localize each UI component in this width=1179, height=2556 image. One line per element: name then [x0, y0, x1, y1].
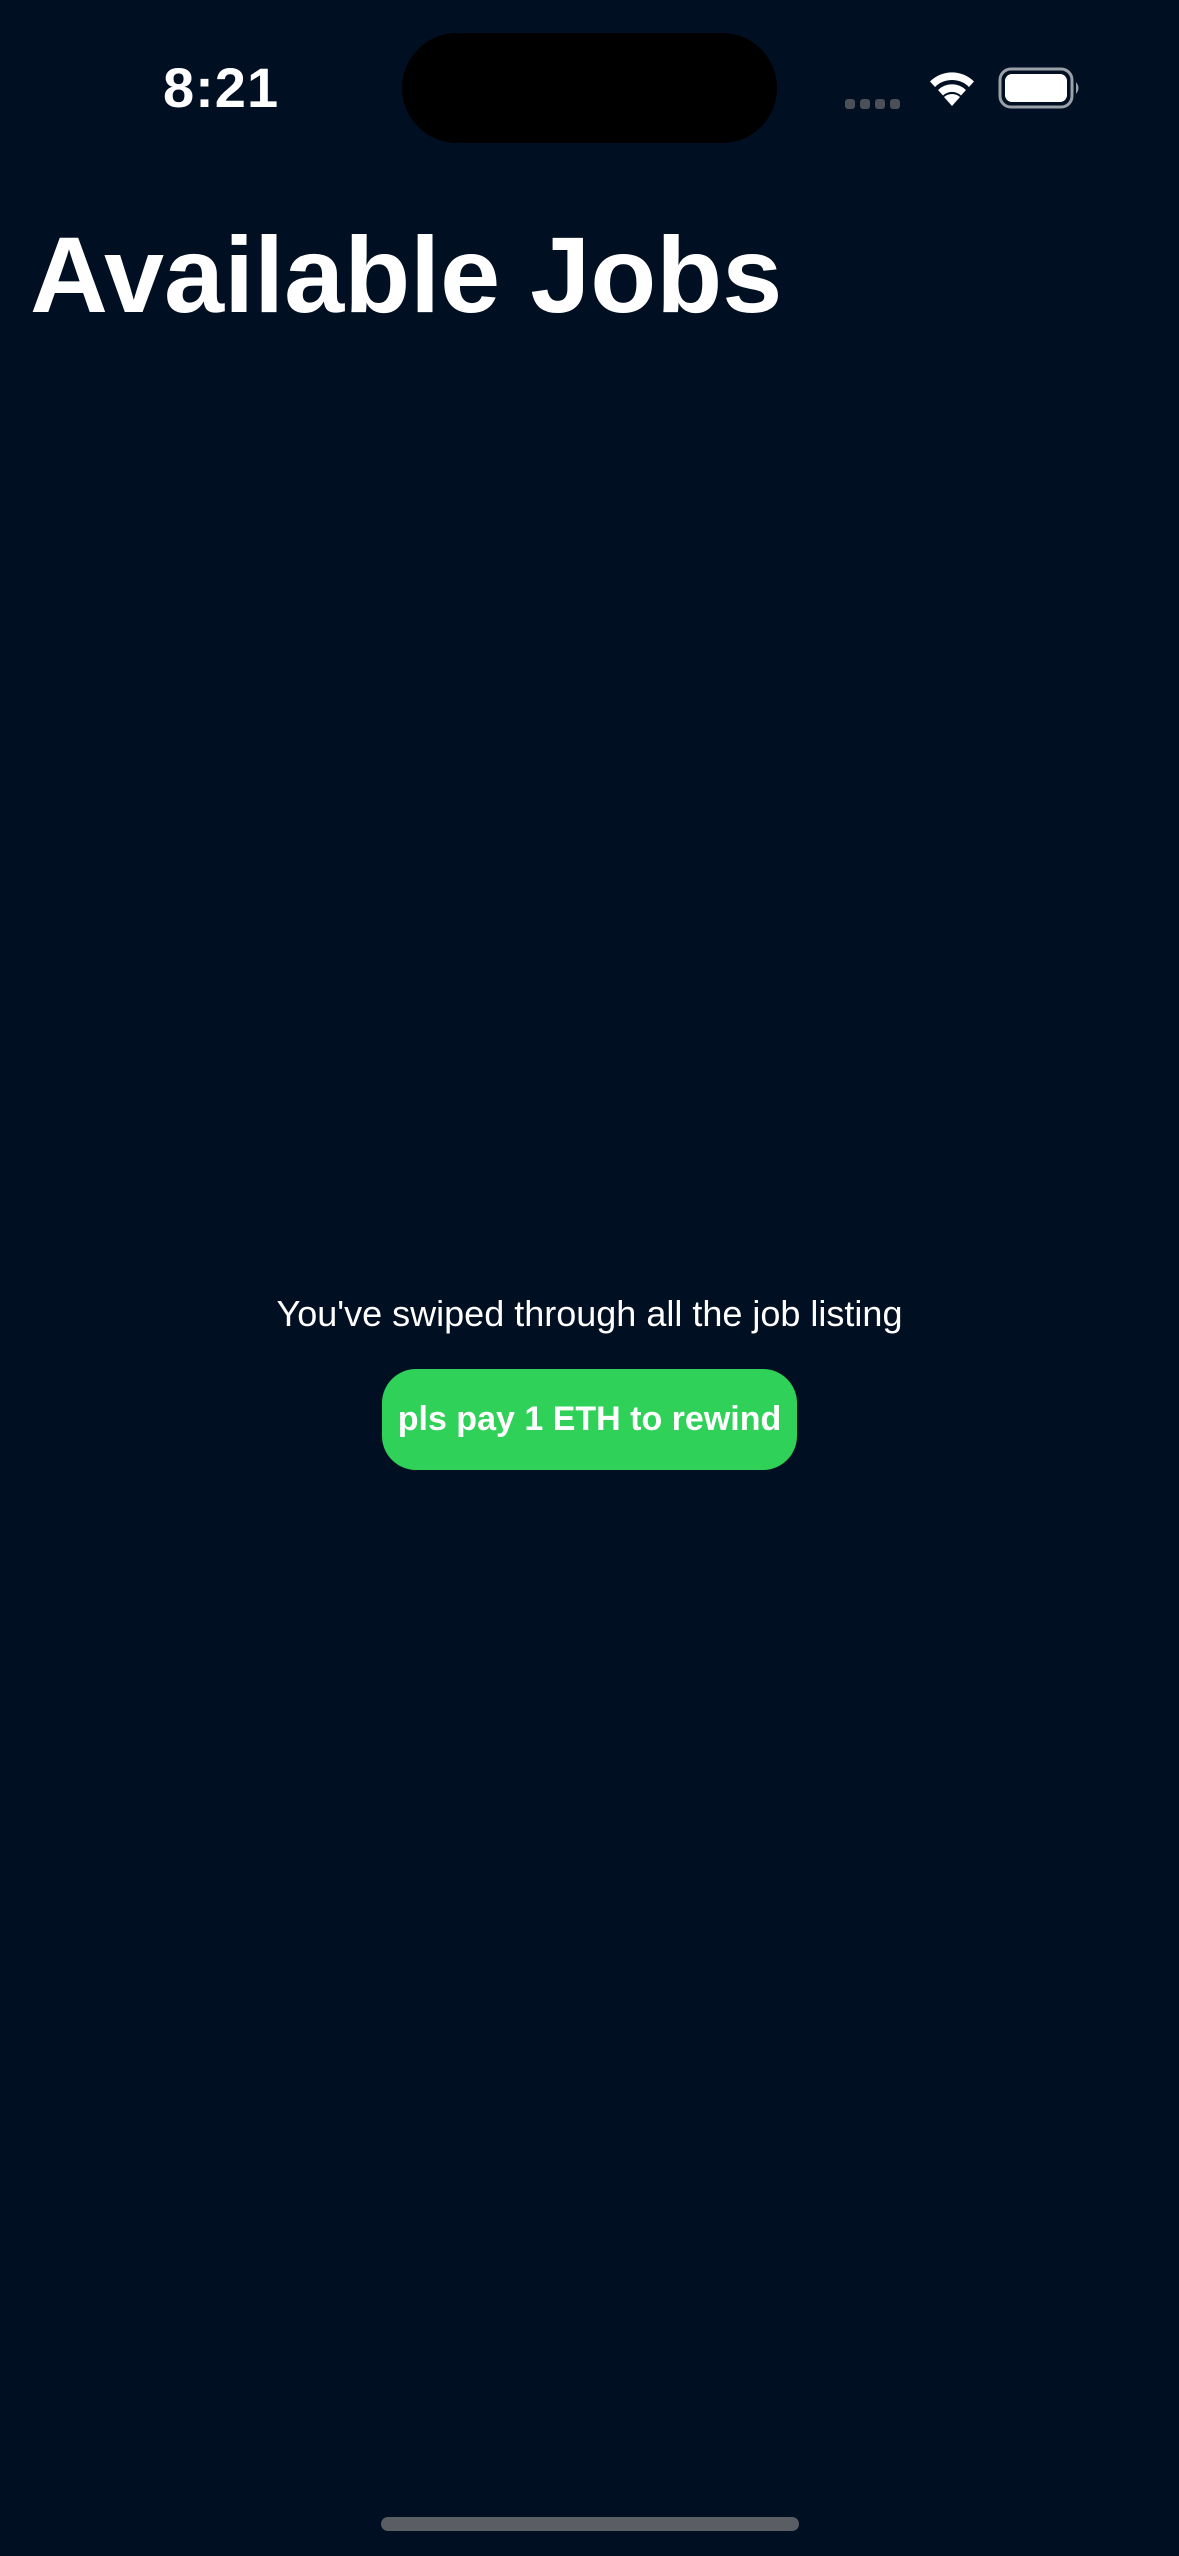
empty-state-message: You've swiped through all the job listin…: [276, 1293, 903, 1334]
page-title: Available Jobs: [30, 214, 783, 335]
status-bar: 8:21: [0, 0, 1179, 160]
battery-icon: [998, 67, 1079, 109]
wifi-icon: [930, 72, 974, 106]
rewind-button[interactable]: pls pay 1 ETH to rewind: [382, 1369, 797, 1470]
home-indicator[interactable]: [381, 2517, 799, 2531]
cellular-signal-icon: [845, 96, 905, 109]
dynamic-island: [402, 33, 777, 143]
status-time: 8:21: [163, 56, 280, 119]
